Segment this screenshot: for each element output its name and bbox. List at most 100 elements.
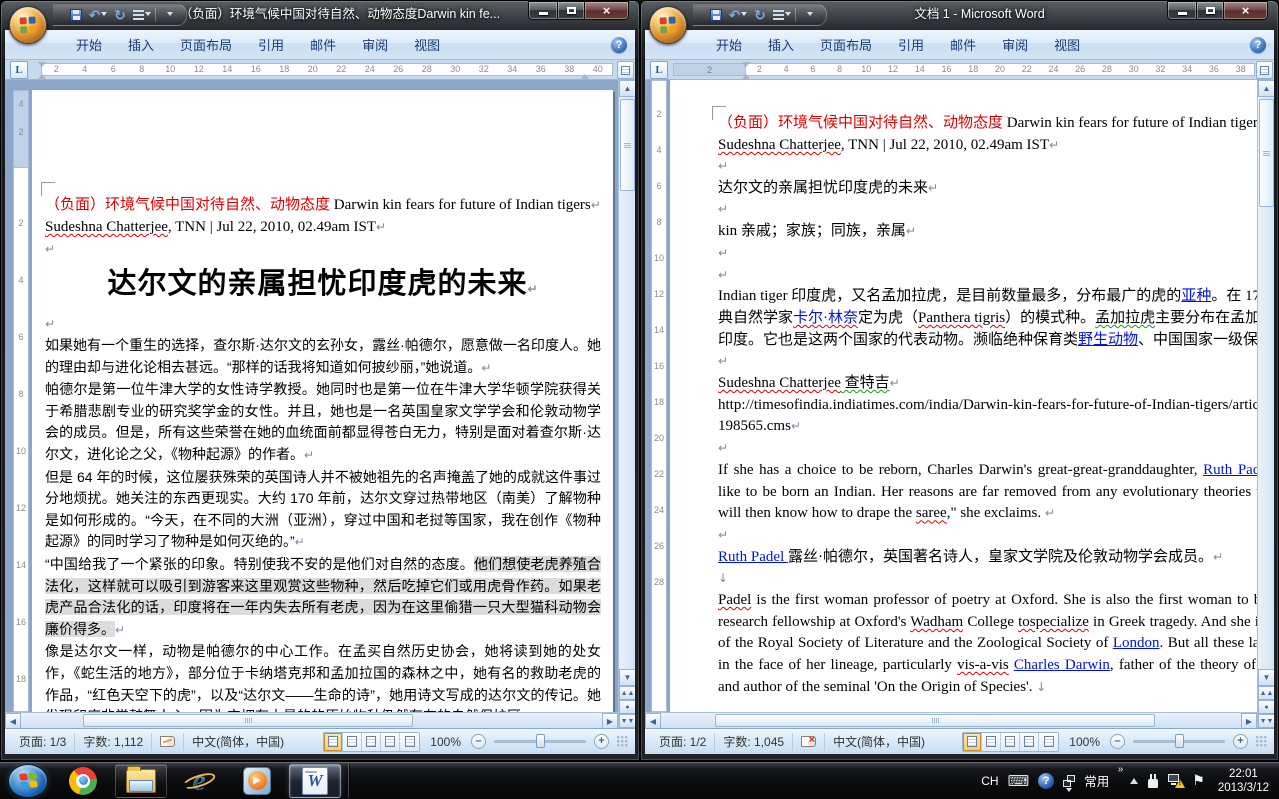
web-layout-view-button[interactable] [1001,732,1021,751]
zoom-out-button[interactable]: – [1110,734,1125,749]
tab-home[interactable]: 开始 [63,30,115,59]
zoom-slider[interactable] [494,734,586,748]
minimize-button[interactable] [1167,1,1196,20]
browse-previous-button[interactable]: ▲▲ [619,686,635,700]
hyperlink[interactable]: 野生动物 [1078,332,1138,348]
outline-view-button[interactable] [1020,732,1040,751]
taskbar-ie-button[interactable]: e [173,764,225,798]
tab-mailings[interactable]: 邮件 [937,30,989,59]
draft-view-button[interactable] [1039,732,1059,751]
zoom-level[interactable]: 100% [424,735,467,749]
taskbar-wmp-button[interactable]: ▶ [231,764,283,798]
hyperlink[interactable]: Charles Darwin [1014,657,1110,673]
right-indent-marker[interactable] [581,70,589,79]
taskbar-chrome-button[interactable] [57,764,109,798]
full-screen-reading-view-button[interactable] [982,732,1002,751]
hyperlink[interactable]: 卡尔·林奈 [793,310,858,326]
scroll-left-button[interactable]: ◀ [5,713,21,728]
spellcheck-status[interactable] [793,732,826,751]
tab-selector[interactable]: L [650,61,668,79]
document-page[interactable]: （负面）环境气候中国对待自然、动物态度 Darwin kin fears for… [670,80,1274,712]
page-indicator[interactable]: 页面: 1/3 [11,732,76,751]
word-count[interactable]: 字数: 1,112 [75,732,153,751]
close-button[interactable]: × [584,1,629,20]
full-screen-reading-view-button[interactable] [343,732,363,751]
repeat-button[interactable]: ↻ [751,6,769,24]
page-indicator[interactable]: 页面: 1/2 [651,732,716,751]
zoom-level[interactable]: 100% [1063,735,1106,749]
zoom-slider[interactable] [1133,734,1225,748]
titlebar[interactable]: ↶ ↻ （负面）环境气候中国对待自然、动物态度Darwin kin fe... … [5,1,635,30]
web-layout-view-button[interactable] [362,732,382,751]
language-bar[interactable]: CH [981,774,998,788]
scroll-down-button[interactable]: ▼ [619,669,635,686]
spellcheck-status[interactable] [152,732,185,751]
select-browse-object-button[interactable]: ● [1258,700,1274,714]
vertical-scrollbar[interactable]: ▲ ▼ ▲▲ ● ▼▼ [1257,80,1274,728]
help-button[interactable]: ? [1250,37,1266,53]
scroll-right-button[interactable]: ▶ [1241,713,1257,728]
draft-view-button[interactable] [400,732,420,751]
help-button[interactable]: ? [611,37,627,53]
language-indicator[interactable]: 中文(简体，中国) [825,733,933,751]
select-browse-object-button[interactable]: ● [619,700,635,714]
power-plug-icon[interactable] [1147,773,1159,788]
zoom-in-button[interactable]: + [1233,734,1248,749]
repeat-button[interactable]: ↻ [111,6,129,24]
tab-home[interactable]: 开始 [703,30,755,59]
hyperlink[interactable]: 亚种 [1181,288,1211,304]
view-ruler-toggle-button[interactable] [617,61,634,79]
horizontal-scrollbar[interactable]: ◀ ▶ [645,712,1257,728]
scroll-up-button[interactable]: ▲ [619,80,635,97]
tab-review[interactable]: 审阅 [349,30,401,59]
hanging-indent-marker[interactable] [38,70,46,79]
undo-button[interactable]: ↶ [729,6,748,24]
vertical-scrollbar[interactable]: ▲ ▼ ▲▲ ● ▼▼ [618,80,635,728]
show-hidden-icons-button[interactable] [1130,774,1139,784]
keyboard-icon[interactable]: ⌨ [1008,772,1030,790]
maximize-button[interactable] [1196,1,1223,20]
scroll-left-button[interactable]: ◀ [645,713,661,728]
tab-page-layout[interactable]: 页面布局 [167,30,245,59]
scroll-down-button[interactable]: ▼ [1258,669,1274,686]
browse-previous-button[interactable]: ▲▲ [1258,686,1274,700]
start-button[interactable] [8,763,48,798]
action-center-flag-icon[interactable]: ⚑ [1192,772,1205,789]
close-button[interactable]: × [1223,1,1268,20]
tab-view[interactable]: 视图 [1041,30,1093,59]
scroll-up-button[interactable]: ▲ [1258,80,1274,97]
print-layout-view-button[interactable] [963,732,983,751]
resize-grip[interactable] [617,735,629,748]
tab-review[interactable]: 审阅 [989,30,1041,59]
scrollbar-thumb[interactable] [83,714,413,727]
ime-mode-button[interactable]: 常用» [1084,764,1123,790]
zoom-slider-thumb[interactable] [1175,734,1184,748]
outline-view-button[interactable] [381,732,401,751]
save-button[interactable] [707,6,725,24]
minimize-button[interactable] [528,1,557,20]
ime-help-icon[interactable]: ? [1038,772,1055,789]
zoom-slider-thumb[interactable] [536,734,545,748]
scrollbar-thumb[interactable] [715,714,1155,727]
table-draw-button[interactable] [773,6,791,24]
office-button[interactable] [9,6,47,44]
hyperlink[interactable]: Ruth Padel [718,549,788,565]
tab-selector[interactable]: L [10,61,28,79]
document-page[interactable]: （负面）环境气候中国对待自然、动物态度 Darwin kin fears for… [32,90,613,724]
tab-insert[interactable]: 插入 [755,30,807,59]
zoom-out-button[interactable]: – [471,734,486,749]
tab-view[interactable]: 视图 [401,30,453,59]
office-button[interactable] [649,6,687,44]
network-warning-icon[interactable] [1168,774,1186,788]
scrollbar-thumb[interactable] [620,99,635,191]
hyperlink[interactable]: London [1113,635,1160,651]
undo-button[interactable]: ↶ [89,6,108,24]
hanging-indent-marker[interactable] [742,70,750,79]
maximize-button[interactable] [557,1,584,20]
table-draw-button[interactable] [133,6,151,24]
browse-next-button[interactable]: ▼▼ [1258,714,1274,728]
zoom-in-button[interactable]: + [594,734,609,749]
tab-page-layout[interactable]: 页面布局 [807,30,885,59]
word-count[interactable]: 字数: 1,045 [715,732,794,751]
clock[interactable]: 22:01 2013/3/12 [1214,767,1269,795]
